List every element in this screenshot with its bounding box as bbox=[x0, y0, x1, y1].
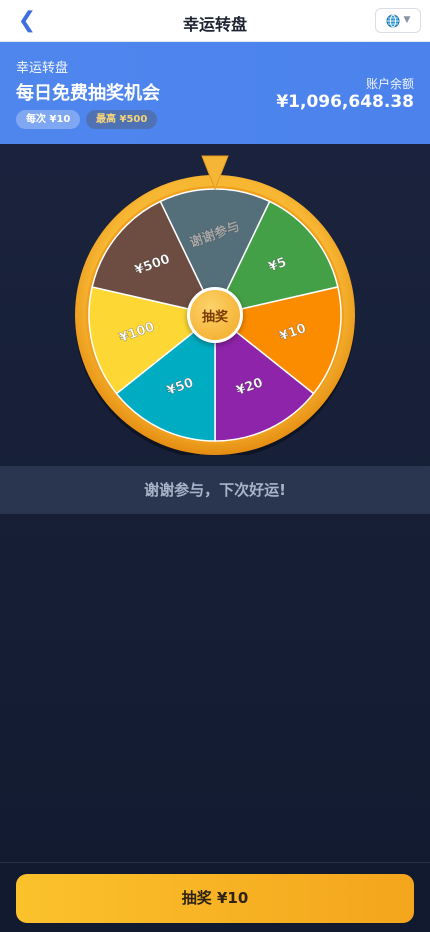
chevron-down-icon: ▼ bbox=[403, 15, 411, 25]
banner-title: 每日免费抽奖机会 bbox=[16, 83, 160, 104]
top-nav-bar: ❮ 幸运转盘 ▼ bbox=[0, 0, 430, 42]
wheel-center-spin-button[interactable]: 抽奖 bbox=[187, 287, 243, 343]
language-button[interactable]: ▼ bbox=[375, 8, 421, 33]
cost-per-spin-badge: 每次 ¥10 bbox=[16, 110, 81, 129]
balance-value: ¥1,096,648.38 bbox=[276, 92, 414, 112]
balance-label: 账户余额 bbox=[365, 77, 414, 91]
banner-subtitle: 幸运转盘 bbox=[16, 61, 69, 76]
spin-button[interactable]: 抽奖 ¥10 bbox=[16, 874, 414, 923]
globe-icon bbox=[386, 14, 400, 27]
promo-banner: 幸运转盘 每日免费抽奖机会 每次 ¥10 最高 ¥500 账户余额 ¥1,096… bbox=[0, 42, 430, 144]
page-title: 幸运转盘 bbox=[182, 15, 247, 34]
bottom-action-bar: 抽奖 ¥10 bbox=[0, 862, 430, 932]
result-message: 谢谢参与，下次好运! bbox=[0, 466, 430, 514]
max-prize-badge: 最高 ¥500 bbox=[86, 110, 158, 129]
